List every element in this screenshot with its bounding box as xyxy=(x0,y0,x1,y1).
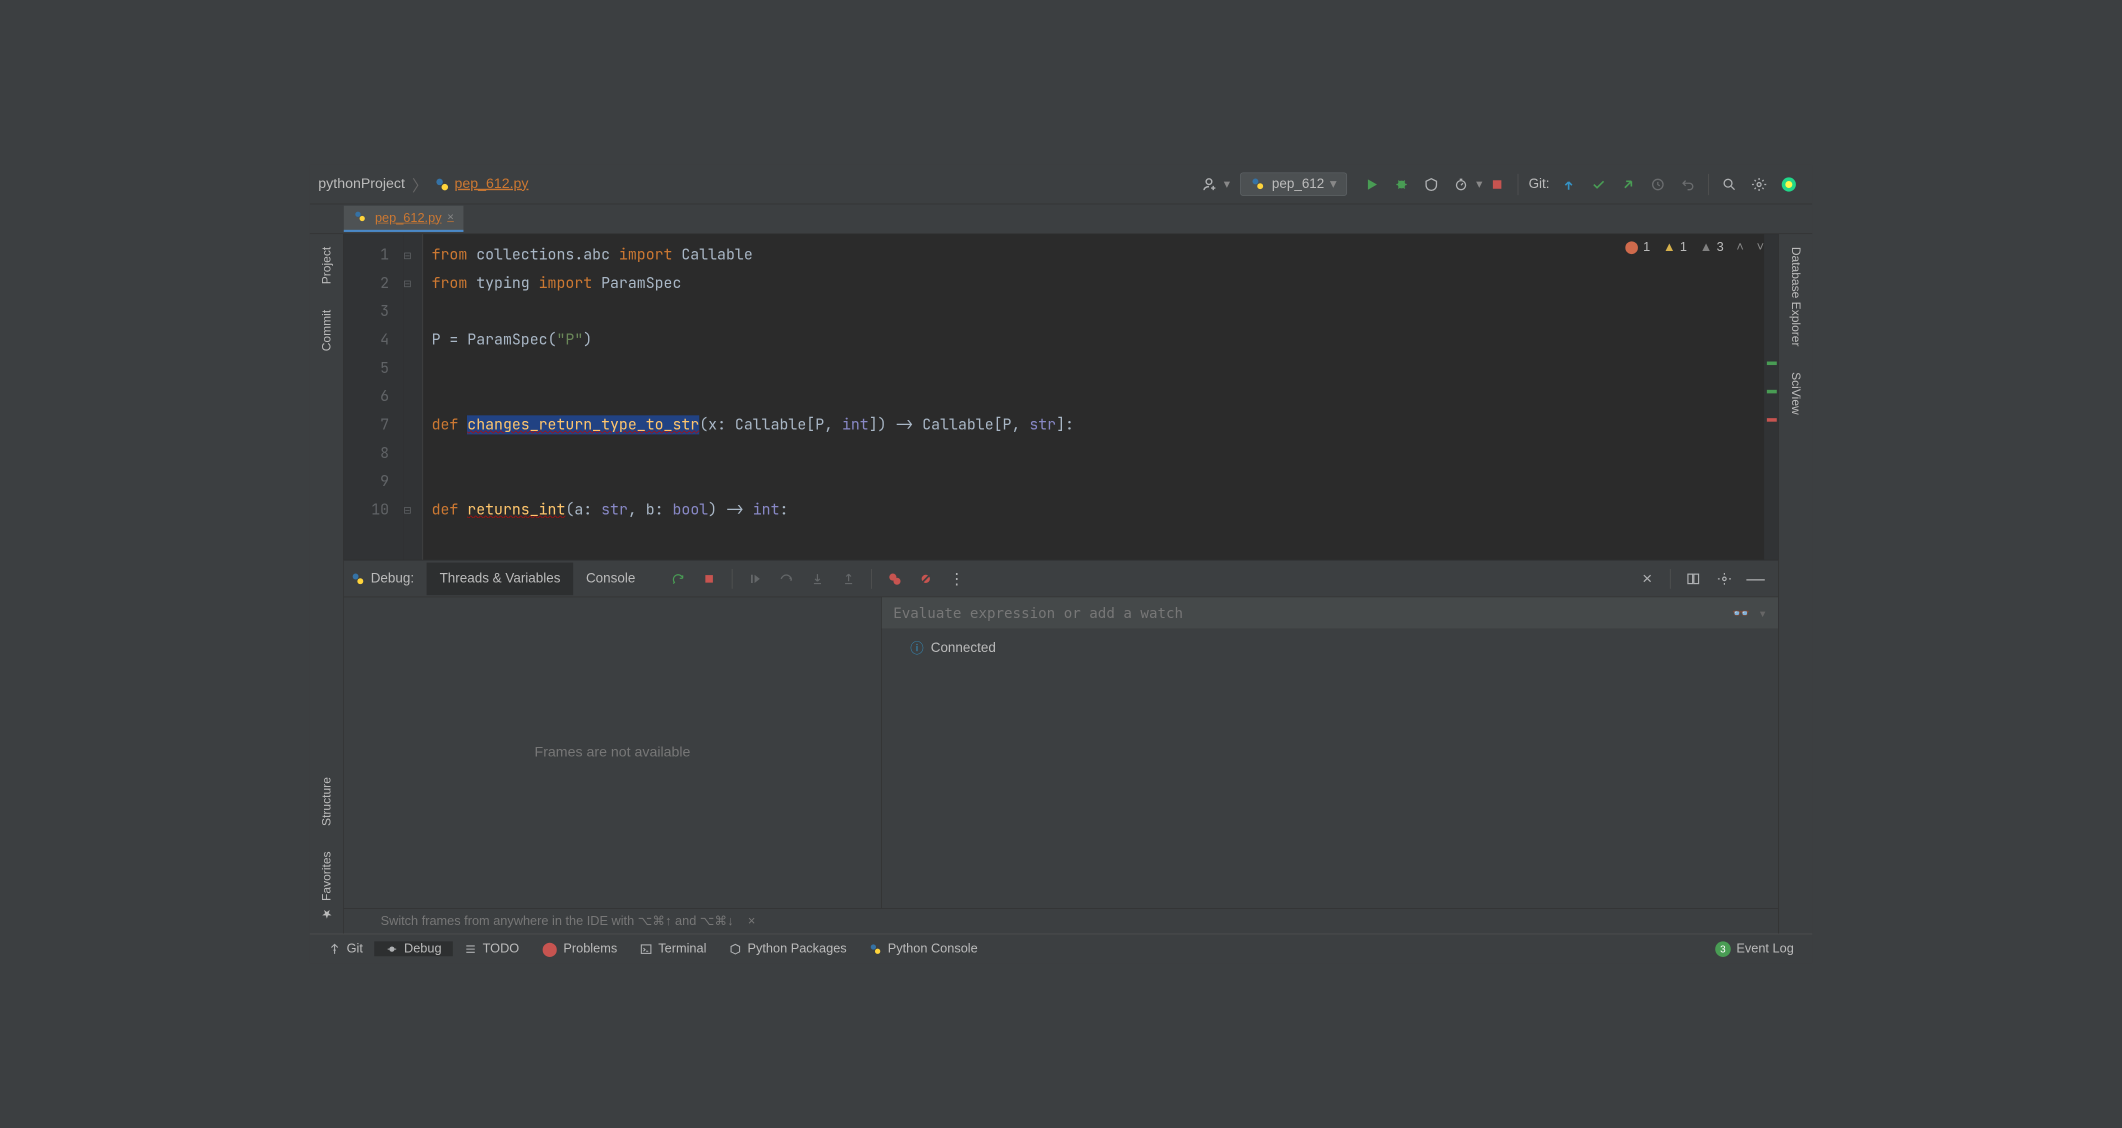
add-configuration-icon[interactable] xyxy=(1197,172,1221,196)
status-bar: Git Debug TODO ⬤ Problems Terminal Pytho… xyxy=(310,934,1812,964)
line-gutter[interactable]: 1 2 3 4 5 6 7 8 9 10 xyxy=(344,234,403,560)
vcs-update-icon[interactable] xyxy=(1557,172,1581,196)
tip-bar: Switch frames from anywhere in the IDE w… xyxy=(344,908,1778,933)
status-python-console[interactable]: Python Console xyxy=(858,941,989,956)
vcs-history-icon[interactable] xyxy=(1646,172,1670,196)
breadcrumb-project[interactable]: pythonProject xyxy=(318,176,405,192)
breadcrumb-file[interactable]: pep_612.py xyxy=(435,176,529,192)
python-file-icon xyxy=(354,210,370,226)
stop-debug-icon[interactable] xyxy=(698,567,721,590)
evaluate-expression-input[interactable]: Evaluate expression or add a watch 👓 ▾ xyxy=(882,597,1778,628)
search-icon[interactable] xyxy=(1717,172,1741,196)
mute-breakpoints-icon[interactable] xyxy=(914,567,937,590)
inspection-widget[interactable]: ⬤ 1 ▲ 1 ▲ 3 ˄ ˅ xyxy=(1625,240,1764,255)
close-tab-icon[interactable]: × xyxy=(447,211,454,224)
error-count: 1 xyxy=(1643,240,1650,255)
status-terminal[interactable]: Terminal xyxy=(629,941,718,956)
fold-gutter[interactable]: ⊟ ⊟ ⊟ xyxy=(403,234,423,560)
variable-row-connected: ⓘ Connected xyxy=(882,628,1778,667)
chevron-down-icon[interactable]: ˅ xyxy=(1757,240,1764,255)
python-icon xyxy=(869,942,882,955)
chevron-up-icon[interactable]: ˄ xyxy=(1736,240,1743,255)
navigation-bar: pythonProject 〉 pep_612.py ▾ pep_612 ▾ ▾… xyxy=(310,165,1812,205)
settings-icon[interactable] xyxy=(1747,172,1771,196)
vcs-commit-icon[interactable] xyxy=(1586,172,1610,196)
profiler-button[interactable] xyxy=(1449,172,1473,196)
tool-commit[interactable]: Commit xyxy=(317,297,337,364)
tool-project[interactable]: Project xyxy=(317,234,337,297)
status-debug[interactable]: Debug xyxy=(374,941,453,956)
error-stripe[interactable] xyxy=(1764,234,1778,560)
run-configuration-select[interactable]: pep_612 ▾ xyxy=(1240,172,1347,195)
frames-empty-label: Frames are not available xyxy=(535,745,691,761)
close-debug-icon[interactable]: × xyxy=(1636,567,1659,590)
debug-toolbar: Debug: Threads & Variables Console xyxy=(344,560,1778,597)
status-problems[interactable]: ⬤ Problems xyxy=(531,940,629,958)
tool-structure[interactable]: Structure xyxy=(317,764,337,838)
left-tool-rail: Project Commit Structure ★Favorites xyxy=(310,234,344,934)
coverage-button[interactable] xyxy=(1420,172,1444,196)
step-into-icon[interactable] xyxy=(806,567,829,590)
more-icon[interactable]: ⋮ xyxy=(945,567,968,590)
tool-sciview[interactable]: SciView xyxy=(1786,359,1806,427)
event-count-badge: 3 xyxy=(1715,941,1731,957)
eval-placeholder: Evaluate expression or add a watch xyxy=(893,604,1183,621)
git-label: Git: xyxy=(1529,176,1550,192)
connected-label: Connected xyxy=(931,640,996,656)
breadcrumb-file-label: pep_612.py xyxy=(454,176,528,192)
glasses-icon[interactable]: 👓 xyxy=(1732,604,1750,621)
chevron-down-icon[interactable]: ▾ xyxy=(1758,604,1767,621)
code-text[interactable]: from collections.abc import Callablefrom… xyxy=(423,234,1778,560)
weak-warning-icon: ▲ xyxy=(1700,240,1713,255)
status-event-log[interactable]: 3 Event Log xyxy=(1704,941,1805,957)
right-tool-rail: Database Explorer SciView xyxy=(1778,234,1812,934)
step-out-icon[interactable] xyxy=(837,567,860,590)
python-icon xyxy=(351,571,365,585)
error-icon: ⬤ xyxy=(542,940,558,958)
ide-logo-icon[interactable] xyxy=(1777,172,1801,196)
status-git[interactable]: Git xyxy=(317,941,374,956)
run-config-label: pep_612 xyxy=(1272,176,1324,192)
frames-pane[interactable]: Frames are not available xyxy=(344,597,882,908)
view-breakpoints-icon[interactable] xyxy=(883,567,906,590)
run-button[interactable] xyxy=(1360,172,1384,196)
debug-settings-icon[interactable] xyxy=(1713,567,1736,590)
vcs-push-icon[interactable] xyxy=(1616,172,1640,196)
chevron-down-icon: ▾ xyxy=(1330,176,1337,192)
debug-title: Debug: xyxy=(371,571,414,587)
status-python-packages[interactable]: Python Packages xyxy=(718,941,858,956)
breadcrumbs: pythonProject 〉 pep_612.py xyxy=(318,173,528,196)
warning-count: 1 xyxy=(1680,240,1687,255)
python-file-icon xyxy=(435,176,451,192)
close-tip-icon[interactable]: × xyxy=(748,914,755,929)
vcs-rollback-icon[interactable] xyxy=(1676,172,1700,196)
tab-label: pep_612.py xyxy=(375,210,442,225)
debug-button[interactable] xyxy=(1390,172,1414,196)
rerun-icon[interactable] xyxy=(666,567,689,590)
weak-warning-count: 3 xyxy=(1717,240,1724,255)
breadcrumb-separator: 〉 xyxy=(412,173,428,196)
hide-debug-icon[interactable]: — xyxy=(1744,567,1767,590)
layout-icon[interactable] xyxy=(1682,567,1705,590)
step-over-icon[interactable] xyxy=(775,567,798,590)
debug-tab-console[interactable]: Console xyxy=(573,562,648,595)
editor-tab-active[interactable]: pep_612.py × xyxy=(344,206,464,232)
resume-icon[interactable] xyxy=(744,567,767,590)
debug-tool-window: Debug: Threads & Variables Console xyxy=(344,560,1778,934)
info-icon: ⓘ xyxy=(910,638,923,657)
tool-database[interactable]: Database Explorer xyxy=(1786,234,1806,359)
warning-icon: ▲ xyxy=(1663,240,1676,255)
python-icon xyxy=(1251,176,1267,192)
debug-tab-threads[interactable]: Threads & Variables xyxy=(427,562,573,595)
stop-button[interactable] xyxy=(1485,172,1509,196)
code-editor[interactable]: 1 2 3 4 5 6 7 8 9 10 ⊟ ⊟ ⊟ xyxy=(344,234,1778,560)
status-todo[interactable]: TODO xyxy=(453,941,531,956)
tool-favorites[interactable]: ★Favorites xyxy=(317,839,337,934)
error-icon: ⬤ xyxy=(1625,240,1639,255)
variables-pane: Evaluate expression or add a watch 👓 ▾ ⓘ… xyxy=(882,597,1778,908)
editor-tabs: pep_612.py × xyxy=(310,204,1812,234)
tip-text: Switch frames from anywhere in the IDE w… xyxy=(381,914,734,929)
